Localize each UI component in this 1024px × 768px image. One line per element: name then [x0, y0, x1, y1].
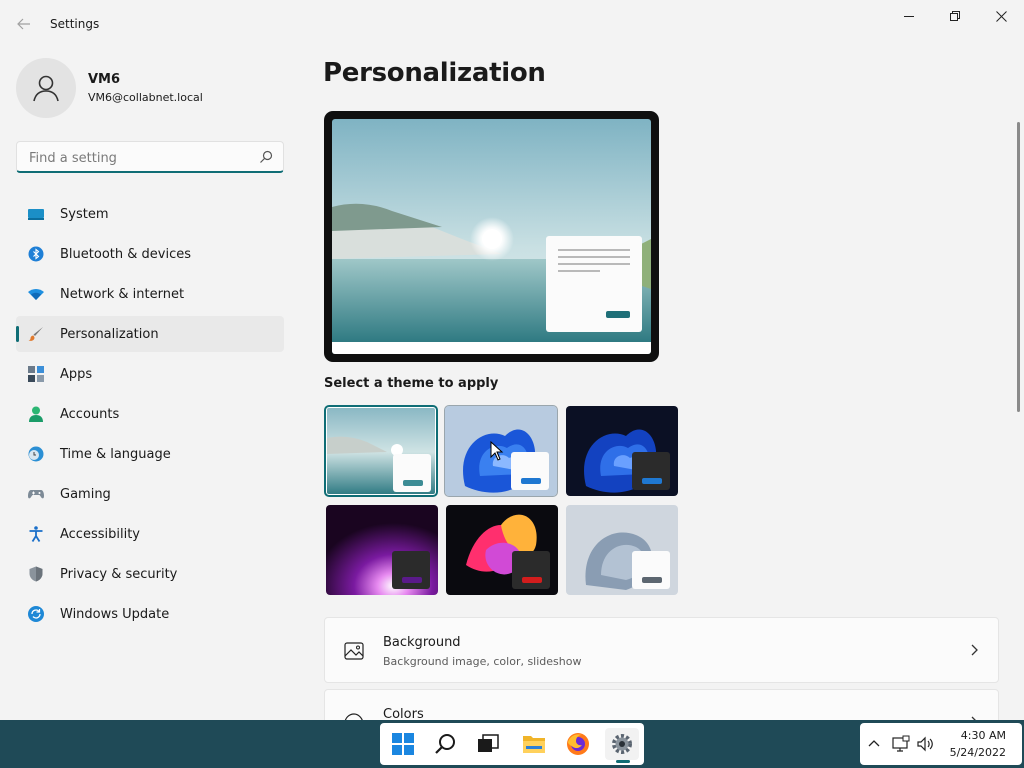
wifi-icon [28, 289, 44, 300]
active-app-indicator [616, 760, 630, 763]
clock-date[interactable]: 5/24/2022 [950, 746, 1006, 759]
sidebar-item-label: Bluetooth & devices [60, 246, 191, 262]
sidebar-item-bluetooth[interactable]: Bluetooth & devices [16, 236, 284, 272]
settings-icon [612, 734, 632, 754]
settings-button[interactable] [605, 728, 639, 760]
restore-icon [949, 10, 960, 21]
theme-glow[interactable] [326, 505, 438, 595]
sidebar-item-personalization[interactable]: Personalization [16, 316, 284, 352]
sidebar-item-label: Apps [60, 366, 93, 382]
taskbar-search-button[interactable] [429, 728, 463, 760]
sidebar-nav: System Bluetooth & devices Network & int… [16, 196, 284, 636]
theme-bloom-dark[interactable] [566, 406, 678, 496]
chevron-up-icon[interactable] [868, 738, 880, 748]
gamepad-icon [28, 490, 44, 499]
close-icon [995, 10, 1007, 22]
mouse-cursor-icon [490, 441, 504, 461]
scrollbar-thumb[interactable] [1017, 122, 1020, 412]
sidebar-item-accessibility[interactable]: Accessibility [16, 516, 284, 552]
card-subtitle: Background image, color, slideshow [383, 655, 582, 668]
minimize-button[interactable] [886, 0, 932, 32]
theme-flow[interactable] [566, 505, 678, 595]
search-icon[interactable] [259, 150, 273, 164]
sidebar-item-label: Network & internet [60, 286, 185, 302]
theme-thumbnail [566, 406, 678, 496]
avatar[interactable] [16, 58, 76, 118]
clock-time[interactable]: 4:30 AM [961, 729, 1006, 742]
chevron-right-icon [971, 644, 978, 656]
theme-thumbnail [446, 505, 558, 595]
search-input[interactable] [27, 142, 256, 174]
back-button[interactable] [8, 8, 40, 40]
sidebar-item-label: Time & language [60, 446, 171, 462]
sidebar-item-windows-update[interactable]: Windows Update [16, 596, 284, 632]
brush-icon [28, 327, 43, 341]
sidebar-item-system[interactable]: System [16, 196, 284, 232]
theme-thumbnail [327, 408, 435, 494]
sidebar-item-apps[interactable]: Apps [16, 356, 284, 392]
sidebar-item-network[interactable]: Network & internet [16, 276, 284, 312]
sidebar-item-label: System [60, 206, 109, 222]
task-view-button[interactable] [471, 728, 505, 760]
volume-icon[interactable] [916, 735, 934, 753]
update-icon [28, 606, 44, 622]
apps-icon [28, 366, 44, 382]
sidebar-item-label: Personalization [60, 326, 159, 342]
theme-thumbnail [566, 505, 678, 595]
background-card[interactable]: Background Background image, color, slid… [324, 617, 999, 683]
user-name: VM6 [88, 72, 121, 87]
task-view-icon [478, 734, 499, 752]
monitor-icon [28, 209, 44, 220]
sidebar-item-label: Windows Update [60, 606, 170, 622]
network-icon[interactable] [892, 735, 910, 753]
sidebar-item-privacy-security[interactable]: Privacy & security [16, 556, 284, 592]
start-icon [392, 733, 414, 755]
window-title: Settings [50, 17, 100, 31]
system-tray: 4:30 AM 5/24/2022 [860, 723, 1022, 765]
maximize-button[interactable] [932, 0, 978, 32]
file-explorer-button[interactable] [517, 728, 551, 760]
accessibility-icon [29, 526, 43, 542]
sidebar-item-time-language[interactable]: Time & language [16, 436, 284, 472]
close-button[interactable] [978, 0, 1024, 32]
sidebar-item-label: Gaming [60, 486, 111, 502]
search-icon [435, 734, 455, 754]
taskbar-apps [380, 723, 644, 765]
card-title: Background [383, 635, 461, 650]
image-icon [344, 642, 364, 660]
start-button[interactable] [386, 728, 420, 760]
page-title: Personalization [323, 58, 546, 88]
sidebar-item-gaming[interactable]: Gaming [16, 476, 284, 512]
user-email: VM6@collabnet.local [88, 91, 203, 104]
sidebar-item-label: Accessibility [60, 526, 140, 542]
back-arrow-icon [17, 18, 30, 30]
clock-globe-icon [28, 446, 44, 462]
sidebar-item-label: Privacy & security [60, 566, 178, 582]
theme-lake[interactable] [324, 405, 438, 497]
themes-label: Select a theme to apply [324, 376, 499, 391]
theme-captured-motion[interactable] [446, 505, 558, 595]
shield-icon [29, 566, 43, 582]
person-icon [29, 406, 43, 422]
firefox-button[interactable] [561, 728, 595, 760]
sidebar-item-label: Accounts [60, 406, 120, 422]
person-icon [33, 75, 59, 102]
search-box[interactable] [16, 141, 284, 174]
theme-preview [324, 111, 659, 362]
preview-wallpaper [332, 119, 651, 354]
firefox-icon [567, 733, 589, 755]
minimize-icon [903, 15, 914, 17]
theme-thumbnail [326, 505, 438, 595]
sidebar-item-accounts[interactable]: Accounts [16, 396, 284, 432]
preview-desktop [332, 119, 651, 354]
title-bar: Settings [0, 0, 1024, 48]
file-explorer-icon [523, 736, 545, 753]
bluetooth-icon [28, 246, 44, 262]
